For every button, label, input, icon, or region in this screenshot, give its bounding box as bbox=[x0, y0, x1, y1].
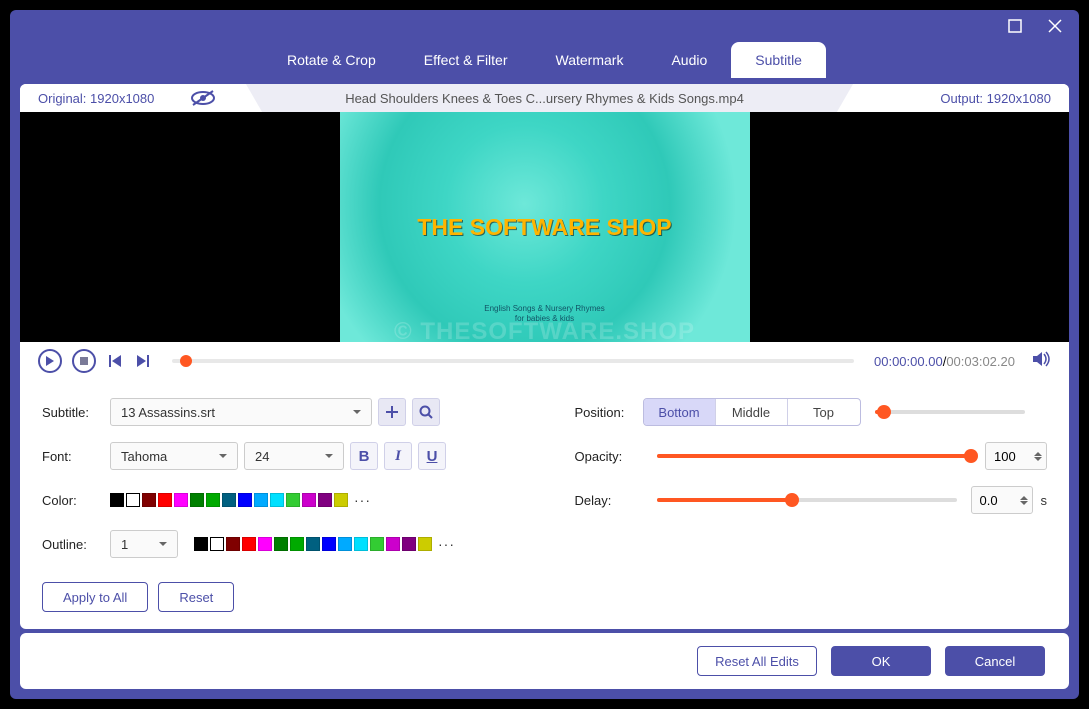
color-swatch[interactable] bbox=[238, 493, 252, 507]
tab-effect-filter[interactable]: Effect & Filter bbox=[400, 42, 532, 78]
color-swatch[interactable] bbox=[306, 537, 320, 551]
outline-width-dropdown[interactable]: 1 bbox=[110, 530, 178, 558]
reset-all-edits-button[interactable]: Reset All Edits bbox=[697, 646, 817, 676]
cancel-button[interactable]: Cancel bbox=[945, 646, 1045, 676]
volume-icon[interactable] bbox=[1033, 351, 1051, 372]
apply-to-all-button[interactable]: Apply to All bbox=[42, 582, 148, 612]
delay-down[interactable] bbox=[1020, 501, 1028, 509]
next-frame-button[interactable] bbox=[134, 349, 152, 373]
delay-label: Delay: bbox=[575, 493, 643, 508]
color-swatch[interactable] bbox=[158, 493, 172, 507]
position-top[interactable]: Top bbox=[788, 399, 860, 425]
position-segmented: Bottom Middle Top bbox=[643, 398, 861, 426]
original-resolution: Original: 1920x1080 bbox=[38, 91, 154, 106]
color-swatch[interactable] bbox=[386, 537, 400, 551]
stop-button[interactable] bbox=[72, 349, 96, 373]
color-swatch[interactable] bbox=[242, 537, 256, 551]
color-swatch[interactable] bbox=[110, 493, 124, 507]
delay-slider-thumb[interactable] bbox=[785, 493, 799, 507]
underline-button[interactable]: U bbox=[418, 442, 446, 470]
position-slider[interactable] bbox=[875, 410, 1025, 414]
tab-subtitle[interactable]: Subtitle bbox=[731, 42, 826, 78]
position-label: Position: bbox=[575, 405, 643, 420]
tab-bar: Rotate & Crop Effect & Filter Watermark … bbox=[10, 42, 1079, 78]
outline-label: Outline: bbox=[42, 537, 110, 552]
close-button[interactable] bbox=[1043, 14, 1067, 38]
color-swatch[interactable] bbox=[402, 537, 416, 551]
opacity-slider-thumb[interactable] bbox=[964, 449, 978, 463]
color-swatch[interactable] bbox=[354, 537, 368, 551]
reset-button[interactable]: Reset bbox=[158, 582, 234, 612]
position-middle[interactable]: Middle bbox=[716, 399, 788, 425]
subtitle-overlay-text: THE SOFTWARE SHOP bbox=[417, 214, 671, 241]
position-bottom[interactable]: Bottom bbox=[644, 399, 716, 425]
color-swatch[interactable] bbox=[206, 493, 220, 507]
italic-button[interactable]: I bbox=[384, 442, 412, 470]
subtitle-file-dropdown[interactable]: 13 Assassins.srt bbox=[110, 398, 372, 426]
color-swatch[interactable] bbox=[338, 537, 352, 551]
play-button[interactable] bbox=[38, 349, 62, 373]
color-swatch[interactable] bbox=[270, 493, 284, 507]
color-swatches: ··· bbox=[110, 492, 375, 508]
delay-unit: s bbox=[1041, 493, 1048, 508]
color-swatch[interactable] bbox=[210, 537, 224, 551]
color-swatch[interactable] bbox=[302, 493, 316, 507]
delay-up[interactable] bbox=[1020, 492, 1028, 500]
dialog-footer: Reset All Edits OK Cancel bbox=[20, 633, 1069, 689]
add-subtitle-button[interactable] bbox=[378, 398, 406, 426]
delay-slider[interactable] bbox=[657, 498, 957, 502]
opacity-input[interactable]: 100 bbox=[985, 442, 1047, 470]
ok-button[interactable]: OK bbox=[831, 646, 931, 676]
delay-input[interactable]: 0.0 bbox=[971, 486, 1033, 514]
bold-button[interactable]: B bbox=[350, 442, 378, 470]
font-size-dropdown[interactable]: 24 bbox=[244, 442, 344, 470]
playback-controls: 00:00:00.00/00:03:02.20 bbox=[20, 342, 1069, 380]
more-colors-button[interactable]: ··· bbox=[350, 492, 375, 508]
color-swatch[interactable] bbox=[222, 493, 236, 507]
opacity-label: Opacity: bbox=[575, 449, 643, 464]
color-swatch[interactable] bbox=[254, 493, 268, 507]
color-swatch[interactable] bbox=[334, 493, 348, 507]
color-swatch[interactable] bbox=[286, 493, 300, 507]
outline-swatches: ··· bbox=[194, 536, 459, 552]
color-swatch[interactable] bbox=[418, 537, 432, 551]
color-swatch[interactable] bbox=[190, 493, 204, 507]
subtitle-label: Subtitle: bbox=[42, 405, 110, 420]
color-label: Color: bbox=[42, 493, 110, 508]
tab-rotate-crop[interactable]: Rotate & Crop bbox=[263, 42, 400, 78]
color-swatch[interactable] bbox=[226, 537, 240, 551]
color-swatch[interactable] bbox=[194, 537, 208, 551]
color-swatch[interactable] bbox=[274, 537, 288, 551]
color-swatch[interactable] bbox=[370, 537, 384, 551]
timeline-scrubber[interactable] bbox=[172, 359, 854, 363]
tab-watermark[interactable]: Watermark bbox=[532, 42, 648, 78]
search-subtitle-button[interactable] bbox=[412, 398, 440, 426]
color-swatch[interactable] bbox=[126, 493, 140, 507]
more-colors-button[interactable]: ··· bbox=[434, 536, 459, 552]
color-swatch[interactable] bbox=[258, 537, 272, 551]
file-info-bar: Original: 1920x1080 Head Shoulders Knees… bbox=[20, 84, 1069, 112]
prev-frame-button[interactable] bbox=[106, 349, 124, 373]
video-preview: THE SOFTWARE SHOP English Songs & Nurser… bbox=[20, 112, 1069, 342]
color-swatch[interactable] bbox=[174, 493, 188, 507]
compare-toggle-icon[interactable] bbox=[190, 89, 216, 107]
opacity-slider[interactable] bbox=[657, 454, 972, 458]
color-swatch[interactable] bbox=[322, 537, 336, 551]
opacity-up[interactable] bbox=[1034, 448, 1042, 456]
color-swatch[interactable] bbox=[290, 537, 304, 551]
watermark-overlay: © THESOFTWARE.SHOP bbox=[394, 318, 695, 346]
font-label: Font: bbox=[42, 449, 110, 464]
tab-audio[interactable]: Audio bbox=[647, 42, 731, 78]
opacity-down[interactable] bbox=[1034, 457, 1042, 465]
color-swatch[interactable] bbox=[142, 493, 156, 507]
playhead[interactable] bbox=[180, 355, 192, 367]
timecode: 00:00:00.00/00:03:02.20 bbox=[874, 354, 1015, 369]
font-family-dropdown[interactable]: Tahoma bbox=[110, 442, 238, 470]
color-swatch[interactable] bbox=[318, 493, 332, 507]
position-slider-thumb[interactable] bbox=[877, 405, 891, 419]
minimize-button[interactable] bbox=[1003, 14, 1027, 38]
output-resolution: Output: 1920x1080 bbox=[859, 84, 1069, 112]
